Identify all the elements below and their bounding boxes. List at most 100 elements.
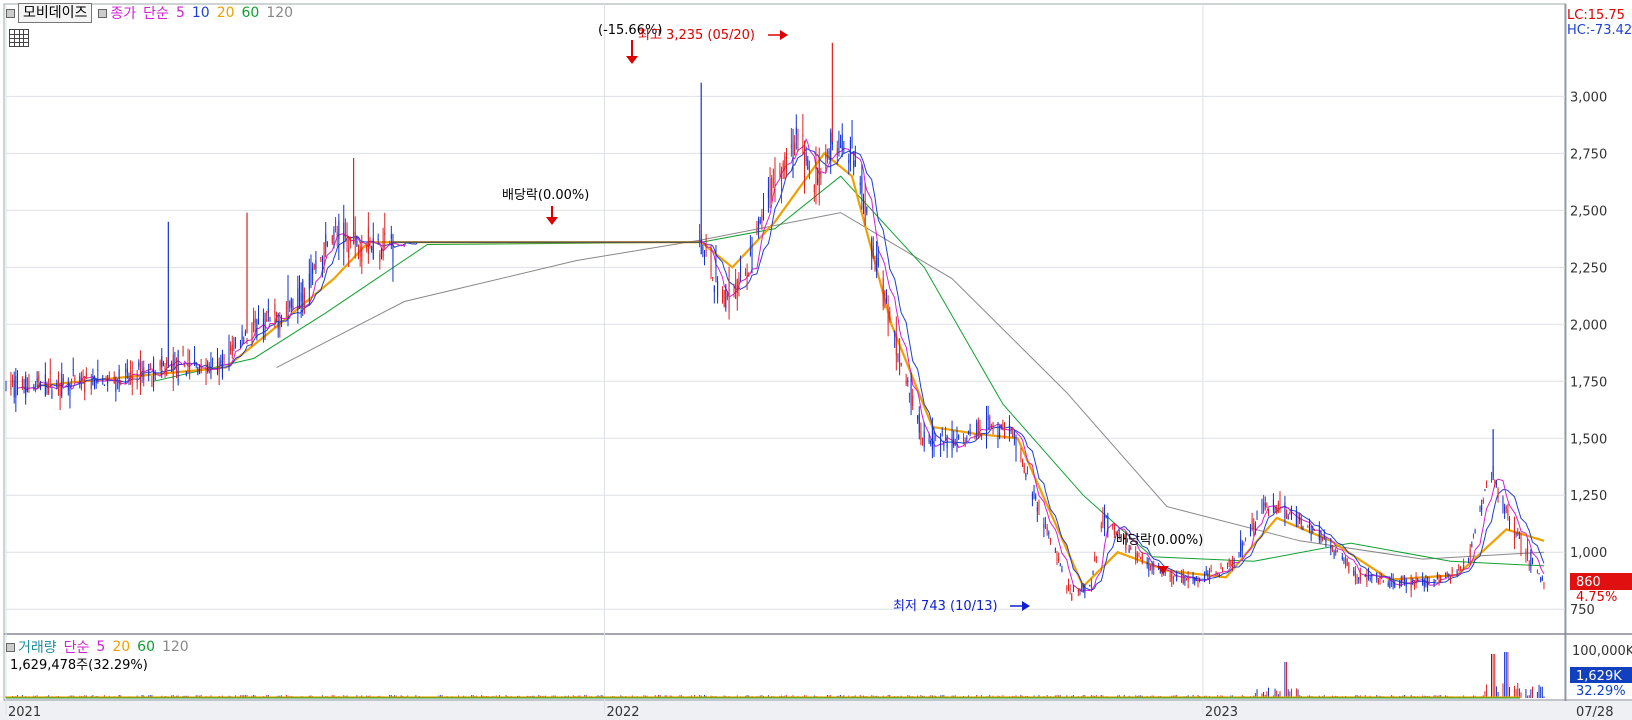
candle-body [197, 367, 199, 375]
candle-body [1023, 465, 1025, 474]
candle-body [1227, 564, 1229, 569]
candle-body [1336, 550, 1338, 552]
candle-body [771, 177, 773, 198]
candle-body [1000, 425, 1002, 428]
candle-body [138, 362, 140, 367]
candle-body [990, 425, 992, 429]
candle-body [61, 373, 63, 396]
candle-body [67, 383, 69, 391]
candle-body [740, 267, 742, 271]
candle-body [1525, 551, 1527, 556]
candle-body [208, 366, 210, 373]
stock-chart[interactable]: 750 1,000 1,250 1,500 1,750 2,000 2,250 2,500 2,… [0, 0, 1632, 720]
ma-5-label[interactable]: 5 [176, 5, 185, 21]
candle-body [187, 357, 189, 367]
candle-body [863, 202, 865, 208]
legend-marker-icon[interactable] [6, 8, 15, 18]
candle-body [217, 359, 219, 361]
candle-body [871, 238, 873, 257]
candle-body [1330, 546, 1332, 550]
volume-ma-5-label[interactable]: 5 [96, 639, 105, 655]
table-grid-icon[interactable] [9, 29, 29, 47]
candle-body [1469, 549, 1471, 557]
price-tick-label: 1,250 [1570, 489, 1607, 504]
candle-body [1228, 560, 1230, 565]
candle-body [933, 437, 935, 449]
candle-body [380, 249, 382, 254]
candle-body [1149, 565, 1151, 567]
candle-body [705, 244, 707, 246]
candle-body [287, 290, 289, 309]
candle-body [1286, 511, 1288, 519]
candle-body [733, 284, 735, 295]
ma-10-label[interactable]: 10 [192, 5, 210, 21]
volume-ma-120-label[interactable]: 120 [162, 639, 189, 655]
candle-body [1323, 534, 1325, 538]
candle-body [210, 359, 212, 375]
candle-body [907, 380, 909, 383]
candle-body [1320, 531, 1322, 541]
candle-body [79, 376, 81, 383]
candle-body [1089, 585, 1091, 587]
current-volume-label: 1,629K [1576, 669, 1622, 684]
legend-marker-icon[interactable] [6, 642, 15, 652]
candle-body [1141, 554, 1143, 563]
candle-body [333, 229, 335, 240]
candle-body [769, 179, 771, 205]
candle-body [1504, 507, 1506, 514]
candle-body [1140, 558, 1142, 560]
volume-current-text: 1,629,478주(32.29%) [10, 658, 148, 673]
candle-body [825, 151, 827, 159]
candle-body [877, 258, 879, 266]
volume-ma-60-label[interactable]: 60 [137, 639, 155, 655]
candle-body [1113, 525, 1115, 535]
candle-body [1358, 577, 1360, 579]
candle-body [1435, 580, 1437, 582]
candle-body [1231, 561, 1233, 567]
candle-body [841, 134, 843, 150]
ma-20-label[interactable]: 20 [217, 5, 235, 21]
candle-body [1482, 500, 1484, 502]
stock-name-button[interactable]: 모비데이즈 [18, 3, 93, 23]
candle-body [1207, 572, 1209, 577]
current-change-label: 4.75% [1576, 590, 1617, 605]
candle-body [1256, 511, 1258, 515]
candle-body [315, 260, 317, 270]
candle-body [120, 380, 122, 385]
candle-body [920, 431, 922, 440]
candle-body [874, 261, 876, 263]
candle-body [1245, 538, 1247, 540]
candle-body [125, 370, 127, 372]
candle-body [1458, 569, 1460, 571]
candle-body [1105, 515, 1107, 518]
candle-body [864, 200, 866, 225]
candle-body [1322, 537, 1324, 540]
candle-body [153, 359, 155, 379]
candle-body [1210, 570, 1212, 573]
candle-body [1058, 558, 1060, 561]
price-tick-label: 3,000 [1570, 90, 1607, 105]
legend-marker-icon[interactable] [98, 8, 108, 18]
candle-body [1368, 574, 1370, 576]
candle-body [172, 354, 174, 379]
current-volume-pct-label: 32.29% [1576, 684, 1626, 699]
date-tick-label: 2022 [606, 705, 639, 720]
candle-body [713, 285, 715, 293]
candle-body [71, 378, 73, 382]
ma-120-label[interactable]: 120 [266, 5, 293, 21]
candle-body [1451, 569, 1453, 573]
candle-body [56, 383, 58, 387]
date-axis-bg [0, 701, 1632, 720]
candle-body [1204, 573, 1206, 579]
candle-body [371, 245, 373, 251]
ma-60-label[interactable]: 60 [242, 5, 260, 21]
annotation-dividend-1: 배당락(0.00%) [502, 188, 589, 225]
candle-body [1463, 561, 1465, 570]
candle-body [1061, 568, 1063, 572]
volume-bar [1520, 692, 1522, 698]
candle-body [103, 384, 105, 386]
candle-body [1446, 572, 1448, 576]
candle-body [128, 377, 130, 379]
candle-body [699, 230, 701, 235]
volume-ma-20-label[interactable]: 20 [112, 639, 130, 655]
